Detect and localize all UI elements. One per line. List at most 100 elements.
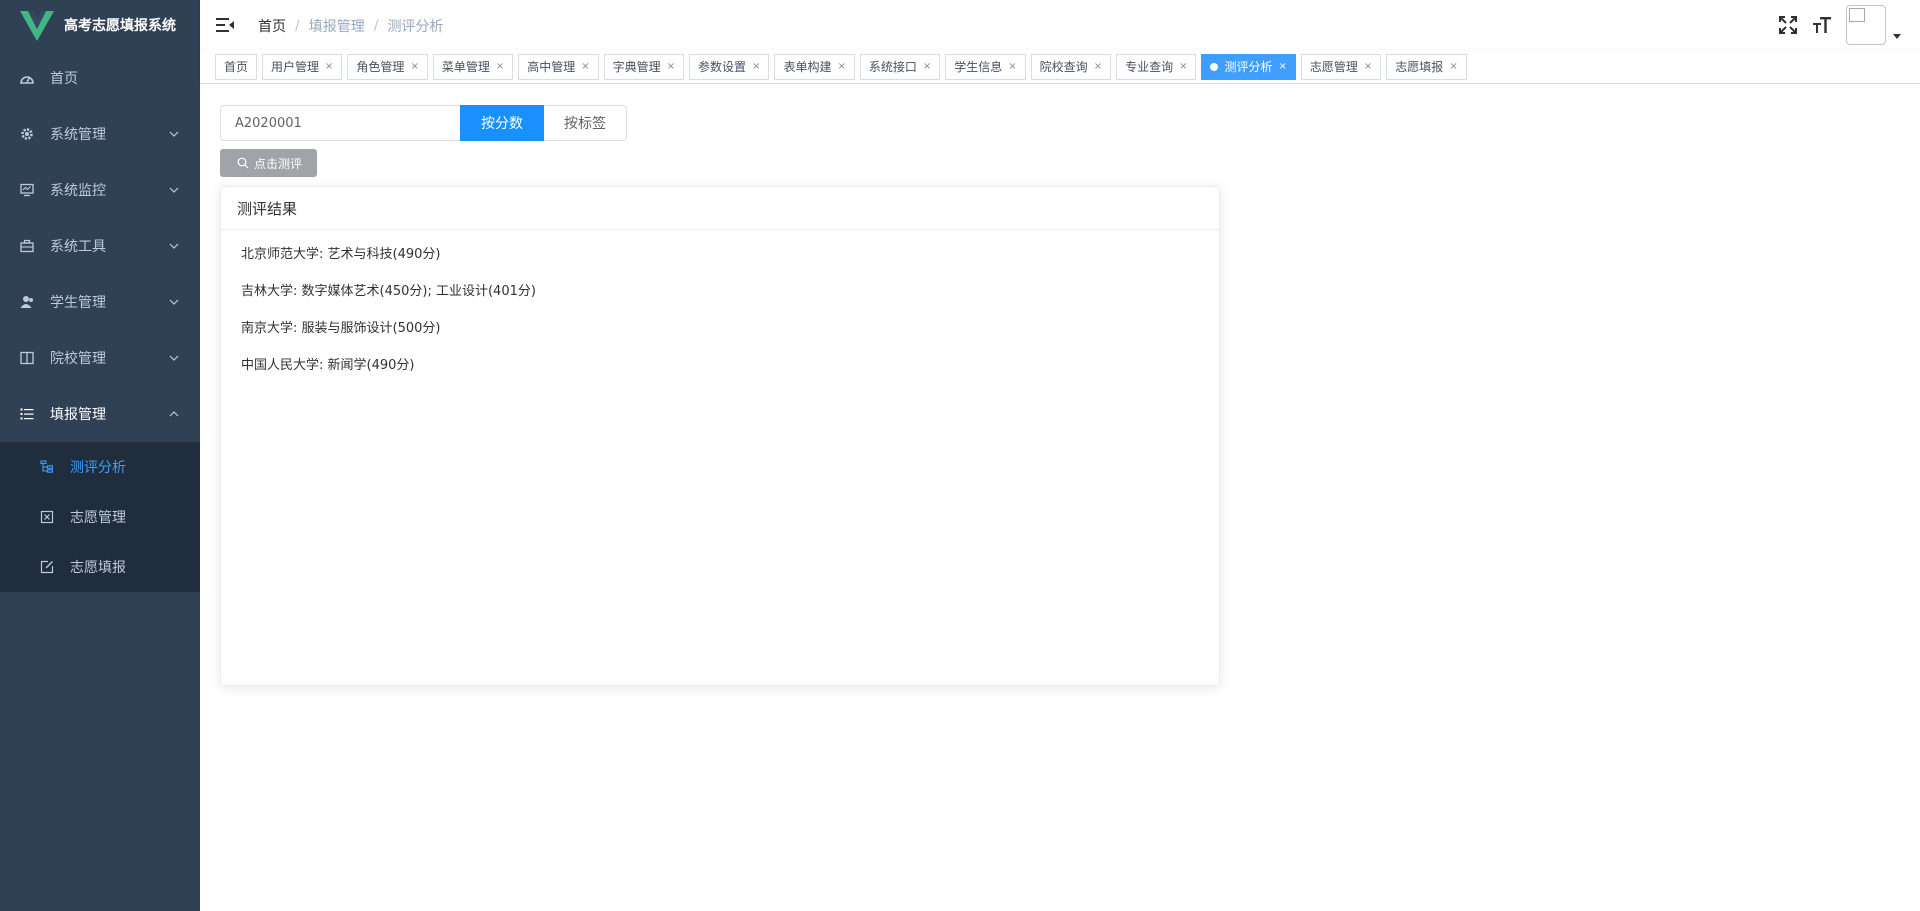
sidebar-item-colleges[interactable]: 院校管理 (0, 330, 200, 386)
tag-2[interactable]: 角色管理 × (347, 54, 428, 80)
chevron-up-icon (169, 411, 179, 417)
chevron-down-icon (169, 131, 179, 137)
student-id-input[interactable] (220, 105, 460, 141)
result-card: 测评结果 北京师范大学: 艺术与科技(490分) 吉林大学: 数字媒体艺术(45… (220, 186, 1220, 686)
tag-5[interactable]: 字典管理 × (603, 54, 685, 80)
fullscreen-icon[interactable] (1778, 15, 1798, 35)
sidebar-item-monitor[interactable]: 系统监控 (0, 162, 200, 218)
app-main: 按分数 按标签 点击测评 测评结果 北京师范大学: 艺术与科技(490分) 吉林… (200, 84, 1920, 911)
breadcrumb-applications[interactable]: 填报管理 (309, 16, 365, 36)
sidebar: 高考志愿填报系统 首页 系统管理 系统监控 系统工具 学生管理 院校管理 填报管… (0, 0, 200, 911)
tag-1[interactable]: 用户管理 × (262, 54, 343, 80)
sidebar-item-label: 系统监控 (50, 183, 106, 199)
sidebar-item-label: 测评分析 (70, 460, 126, 476)
evaluate-button-label: 点击测评 (254, 156, 303, 171)
tag-7[interactable]: 表单构建 × (774, 54, 855, 80)
close-icon[interactable]: × (1179, 55, 1187, 79)
tag-8[interactable]: 系统接口 × (859, 54, 941, 80)
breadcrumb-separator: / (295, 18, 300, 34)
result-line: 南京大学: 服装与服饰设计(500分) (241, 321, 441, 336)
close-icon[interactable]: × (1094, 55, 1102, 79)
tag-label: 专业查询 (1125, 60, 1174, 74)
sidebar-item-evaluation[interactable]: 测评分析 (0, 442, 200, 492)
tags-view: 首页 用户管理 × 角色管理 × 菜单管理 × 高中管理 × 字典管理 × 参数设置 × 表单构建 × 系统接… (200, 50, 1920, 84)
query-row: 按分数 按标签 (220, 105, 627, 141)
navbar: 首页 / 填报管理 / 测评分析 (200, 0, 1920, 50)
tag-label: 学生信息 (954, 60, 1003, 74)
app-title: 高考志愿填报系统 (64, 18, 176, 34)
sidebar-item-tools[interactable]: 系统工具 (0, 218, 200, 274)
evaluate-button[interactable]: 点击测评 (220, 149, 318, 177)
submenu-applications: 测评分析 志愿管理 志愿填报 (0, 442, 200, 592)
result-list: 北京师范大学: 艺术与科技(490分) 吉林大学: 数字媒体艺术(450分); … (221, 230, 1219, 402)
sidebar-item-home[interactable]: 首页 (0, 50, 200, 106)
tag-label: 表单构建 (783, 60, 832, 74)
tree-icon (40, 460, 54, 474)
close-icon[interactable]: × (325, 55, 333, 79)
sidebar-item-label: 填报管理 (50, 407, 106, 423)
tag-4[interactable]: 高中管理 × (518, 54, 599, 80)
tag-13[interactable]: 志愿管理 × (1300, 54, 1382, 80)
close-icon[interactable]: × (1449, 55, 1457, 79)
tag-11[interactable]: 专业查询 × (1116, 54, 1197, 80)
book-icon (20, 351, 34, 365)
caret-down-icon[interactable] (1892, 31, 1902, 41)
sidebar-item-applications[interactable]: 填报管理 (0, 386, 200, 442)
tag-label: 字典管理 (612, 60, 661, 74)
sidebar-item-volunteer-fill[interactable]: 志愿填报 (0, 542, 200, 592)
close-icon[interactable]: × (923, 55, 931, 79)
chevron-down-icon (169, 355, 179, 361)
breadcrumb-separator: / (373, 18, 379, 34)
tag-6[interactable]: 参数设置 × (689, 54, 770, 80)
chevron-down-icon (169, 187, 179, 193)
list-icon (20, 407, 34, 421)
close-icon[interactable]: × (1364, 55, 1372, 79)
close-icon[interactable]: × (1279, 55, 1287, 79)
breadcrumb-home[interactable]: 首页 (258, 16, 286, 36)
sidebar-item-label: 志愿填报 (70, 560, 126, 576)
tag-label: 志愿管理 (1309, 60, 1358, 74)
close-icon[interactable]: × (1008, 55, 1016, 79)
tag-label: 用户管理 (271, 60, 320, 74)
close-icon[interactable]: × (581, 55, 589, 79)
sidebar-item-volunteer-manage[interactable]: 志愿管理 (0, 492, 200, 542)
tag-label: 高中管理 (527, 60, 576, 74)
sidebar-item-label: 院校管理 (50, 351, 106, 367)
tag-0[interactable]: 首页 (215, 54, 258, 80)
tag-label: 角色管理 (356, 60, 405, 74)
sidebar-item-system[interactable]: 系统管理 (0, 106, 200, 162)
sidebar-item-label: 首页 (50, 71, 78, 87)
tag-10[interactable]: 院校查询 × (1030, 54, 1112, 80)
font-size-icon[interactable] (1812, 15, 1832, 35)
by-tag-button[interactable]: 按标签 (544, 105, 627, 141)
close-icon[interactable]: × (837, 55, 845, 79)
sidebar-item-label: 系统工具 (50, 239, 106, 255)
tag-3[interactable]: 菜单管理 × (432, 54, 514, 80)
close-icon[interactable]: × (667, 55, 675, 79)
toolbox-icon (20, 239, 34, 253)
result-line: 北京师范大学: 艺术与科技(490分) (241, 247, 441, 262)
tag-14[interactable]: 志愿填报 × (1386, 54, 1467, 80)
vue-logo-icon (20, 11, 54, 41)
chevron-down-icon (169, 243, 179, 249)
close-icon[interactable]: × (752, 55, 760, 79)
by-score-button[interactable]: 按分数 (460, 105, 544, 141)
breadcrumb: 首页 / 填报管理 / 测评分析 (258, 16, 443, 36)
form-icon (40, 510, 54, 524)
avatar[interactable] (1846, 5, 1886, 45)
sidebar-item-label: 学生管理 (50, 295, 106, 311)
tag-label: 测评分析 (1224, 60, 1273, 74)
close-icon[interactable]: × (410, 55, 418, 79)
result-line: 吉林大学: 数字媒体艺术(450分); 工业设计(401分) (241, 284, 536, 299)
close-icon[interactable]: × (496, 55, 504, 79)
user-icon (20, 295, 34, 309)
result-card-title: 测评结果 (221, 187, 1219, 230)
right-menu (1778, 0, 1920, 50)
search-icon (237, 157, 249, 169)
tag-12[interactable]: 测评分析 × (1201, 54, 1296, 80)
sidebar-item-students[interactable]: 学生管理 (0, 274, 200, 330)
tag-9[interactable]: 学生信息 × (945, 54, 1026, 80)
logo[interactable]: 高考志愿填报系统 (0, 0, 200, 50)
hamburger-icon[interactable] (216, 16, 234, 34)
active-dot-icon (1210, 63, 1219, 71)
